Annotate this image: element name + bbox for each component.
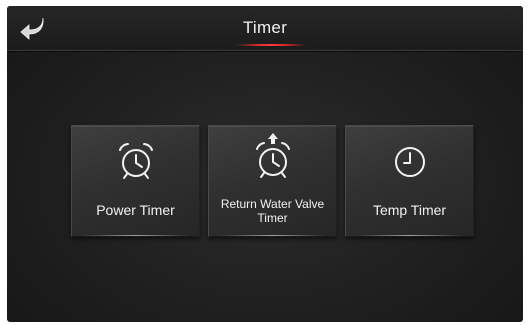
- power-timer-button[interactable]: Power Timer: [71, 125, 200, 237]
- return-water-valve-timer-label: Return Water Valve Timer: [220, 197, 325, 225]
- timer-options: Power Timer Return Water Valve Timer Tem…: [71, 125, 474, 237]
- temp-timer-label: Temp Timer: [372, 202, 447, 218]
- power-timer-label: Power Timer: [96, 202, 175, 218]
- alarm-clock-up-arrow-icon: [255, 133, 290, 178]
- title-underline: [236, 44, 306, 46]
- page-title: Timer: [242, 18, 288, 37]
- temp-timer-button[interactable]: Temp Timer: [345, 125, 474, 237]
- clock-icon: [394, 147, 425, 177]
- timer-screen: Timer Power Timer Return Water Valve Tim…: [7, 6, 523, 322]
- return-water-valve-timer-button[interactable]: Return Water Valve Timer: [208, 125, 337, 237]
- alarm-clock-icon: [118, 143, 153, 179]
- header-bar: Timer: [7, 6, 523, 51]
